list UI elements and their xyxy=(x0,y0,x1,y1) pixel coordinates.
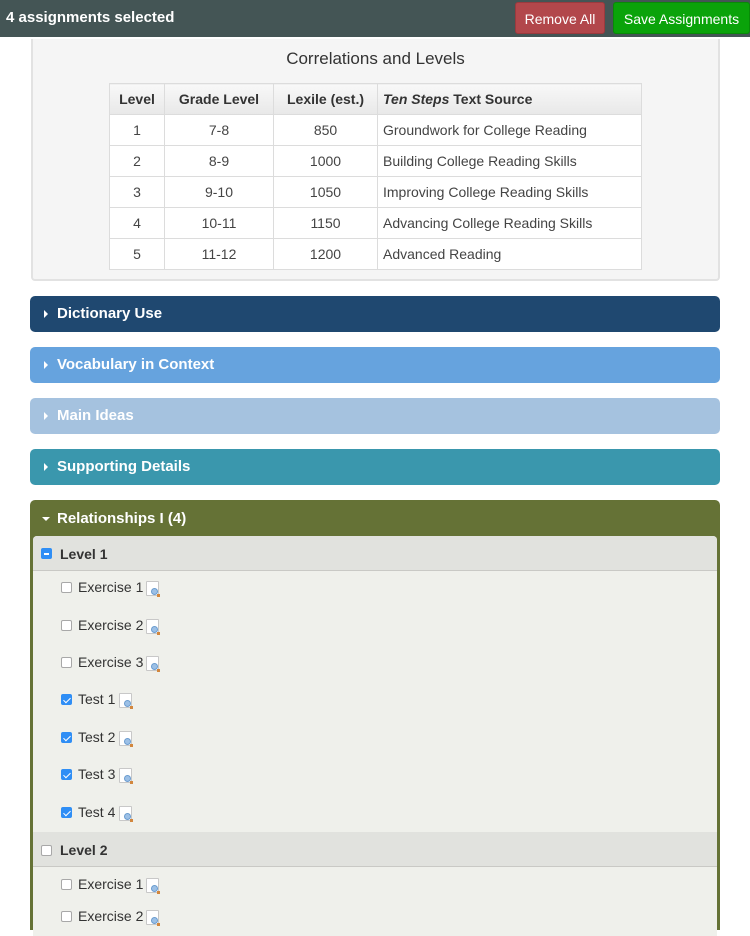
list-item: Exercise 1 xyxy=(33,578,333,598)
preview-icon[interactable] xyxy=(119,693,133,709)
level-1-checkbox[interactable] xyxy=(41,548,52,559)
item-label: Test 1 xyxy=(78,691,116,707)
selection-toolbar: 4 assignments selected Remove All Save A… xyxy=(0,0,750,37)
cell-level: 5 xyxy=(109,238,165,270)
correlations-table: Level Grade Level Lexile (est.) Ten Step… xyxy=(109,83,642,270)
item-checkbox[interactable] xyxy=(61,694,72,705)
list-item: Test 1 xyxy=(33,690,333,710)
item-checkbox[interactable] xyxy=(61,769,72,780)
cell-level: 3 xyxy=(109,176,165,208)
cell-lexile: 1000 xyxy=(273,145,378,177)
caret-down-icon xyxy=(42,517,50,521)
preview-icon[interactable] xyxy=(119,731,133,747)
caret-right-icon xyxy=(44,463,48,471)
item-label: Exercise 2 xyxy=(78,617,144,633)
save-assignments-button[interactable]: Save Assignments xyxy=(613,2,750,34)
list-item: Exercise 2 xyxy=(33,616,333,636)
remove-all-button[interactable]: Remove All xyxy=(515,2,605,34)
section-label: Vocabulary in Context xyxy=(57,356,215,373)
preview-icon[interactable] xyxy=(146,619,160,635)
section-label: Supporting Details xyxy=(57,458,191,475)
item-checkbox[interactable] xyxy=(61,657,72,668)
item-label: Exercise 1 xyxy=(78,579,144,595)
caret-right-icon xyxy=(44,361,48,369)
table-header-row: Level Grade Level Lexile (est.) Ten Step… xyxy=(109,83,642,115)
item-checkbox[interactable] xyxy=(61,732,72,743)
table-row: 5 11-12 1200 Advanced Reading xyxy=(109,238,642,270)
section-label: Relationships I (4) xyxy=(57,510,187,527)
cell-source: Improving College Reading Skills xyxy=(377,176,642,208)
correlations-panel: Correlations and Levels Level Grade Leve… xyxy=(31,39,720,281)
list-item: Test 3 xyxy=(33,765,333,785)
cell-grade: 9-10 xyxy=(164,176,274,208)
section-relationships-header[interactable]: Relationships I (4) xyxy=(30,500,720,536)
list-item: Exercise 2 xyxy=(33,907,333,927)
item-label: Exercise 3 xyxy=(78,654,144,670)
cell-grade: 10-11 xyxy=(164,207,274,239)
item-checkbox[interactable] xyxy=(61,911,72,922)
section-supporting-details[interactable]: Supporting Details xyxy=(30,449,720,485)
level-1-row: Level 1 xyxy=(33,536,717,571)
preview-icon[interactable] xyxy=(119,768,133,784)
section-main-ideas[interactable]: Main Ideas xyxy=(30,398,720,434)
preview-icon[interactable] xyxy=(146,656,160,672)
cell-grade: 11-12 xyxy=(164,238,274,270)
level-2-checkbox[interactable] xyxy=(41,845,52,856)
item-label: Test 2 xyxy=(78,729,116,745)
level-2-row: Level 2 xyxy=(33,832,717,867)
section-label: Dictionary Use xyxy=(57,305,163,322)
item-checkbox[interactable] xyxy=(61,879,72,890)
cell-grade: 8-9 xyxy=(164,145,274,177)
item-checkbox[interactable] xyxy=(61,582,72,593)
cell-level: 2 xyxy=(109,145,165,177)
cell-lexile: 1150 xyxy=(273,207,378,239)
item-label: Test 3 xyxy=(78,766,116,782)
section-relationships-i: Relationships I (4) Level 1 Exercise 1 E… xyxy=(30,500,720,936)
item-label: Exercise 1 xyxy=(78,876,144,892)
cell-grade: 7-8 xyxy=(164,114,274,146)
cell-lexile: 850 xyxy=(273,114,378,146)
preview-icon[interactable] xyxy=(146,910,160,926)
header-lexile: Lexile (est.) xyxy=(273,83,378,115)
selected-count: 4 assignments selected xyxy=(6,9,175,26)
table-row: 2 8-9 1000 Building College Reading Skil… xyxy=(109,145,642,177)
cell-lexile: 1050 xyxy=(273,176,378,208)
list-item: Test 2 xyxy=(33,728,333,748)
cell-source: Advanced Reading xyxy=(377,238,642,270)
cell-level: 4 xyxy=(109,207,165,239)
preview-icon[interactable] xyxy=(146,581,160,597)
list-item: Exercise 3 xyxy=(33,653,333,673)
list-item: Exercise 1 xyxy=(33,875,333,895)
section-vocabulary-in-context[interactable]: Vocabulary in Context xyxy=(30,347,720,383)
cell-source: Building College Reading Skills xyxy=(377,145,642,177)
section-label: Main Ideas xyxy=(57,407,134,424)
relationships-body: Level 1 Exercise 1 Exercise 2 Exercise 3… xyxy=(33,536,717,936)
header-grade-level: Grade Level xyxy=(164,83,274,115)
cell-level: 1 xyxy=(109,114,165,146)
header-text-source-rest: Text Source xyxy=(449,91,533,107)
item-checkbox[interactable] xyxy=(61,620,72,631)
table-row: 4 10-11 1150 Advancing College Reading S… xyxy=(109,207,642,239)
table-row: 1 7-8 850 Groundwork for College Reading xyxy=(109,114,642,146)
cell-source: Advancing College Reading Skills xyxy=(377,207,642,239)
preview-icon[interactable] xyxy=(119,806,133,822)
caret-right-icon xyxy=(44,310,48,318)
table-row: 3 9-10 1050 Improving College Reading Sk… xyxy=(109,176,642,208)
level-label: Level 2 xyxy=(60,842,108,858)
cell-source: Groundwork for College Reading xyxy=(377,114,642,146)
cell-lexile: 1200 xyxy=(273,238,378,270)
header-text-source-title: Ten Steps xyxy=(383,91,450,107)
list-item: Test 4 xyxy=(33,803,333,823)
item-checkbox[interactable] xyxy=(61,807,72,818)
caret-right-icon xyxy=(44,412,48,420)
correlations-title: Correlations and Levels xyxy=(286,49,465,68)
header-level: Level xyxy=(109,83,165,115)
section-dictionary-use[interactable]: Dictionary Use xyxy=(30,296,720,332)
level-label: Level 1 xyxy=(60,546,108,562)
preview-icon[interactable] xyxy=(146,878,160,894)
header-text-source: Ten Steps Text Source xyxy=(377,83,642,115)
item-label: Exercise 2 xyxy=(78,908,144,924)
item-label: Test 4 xyxy=(78,804,116,820)
